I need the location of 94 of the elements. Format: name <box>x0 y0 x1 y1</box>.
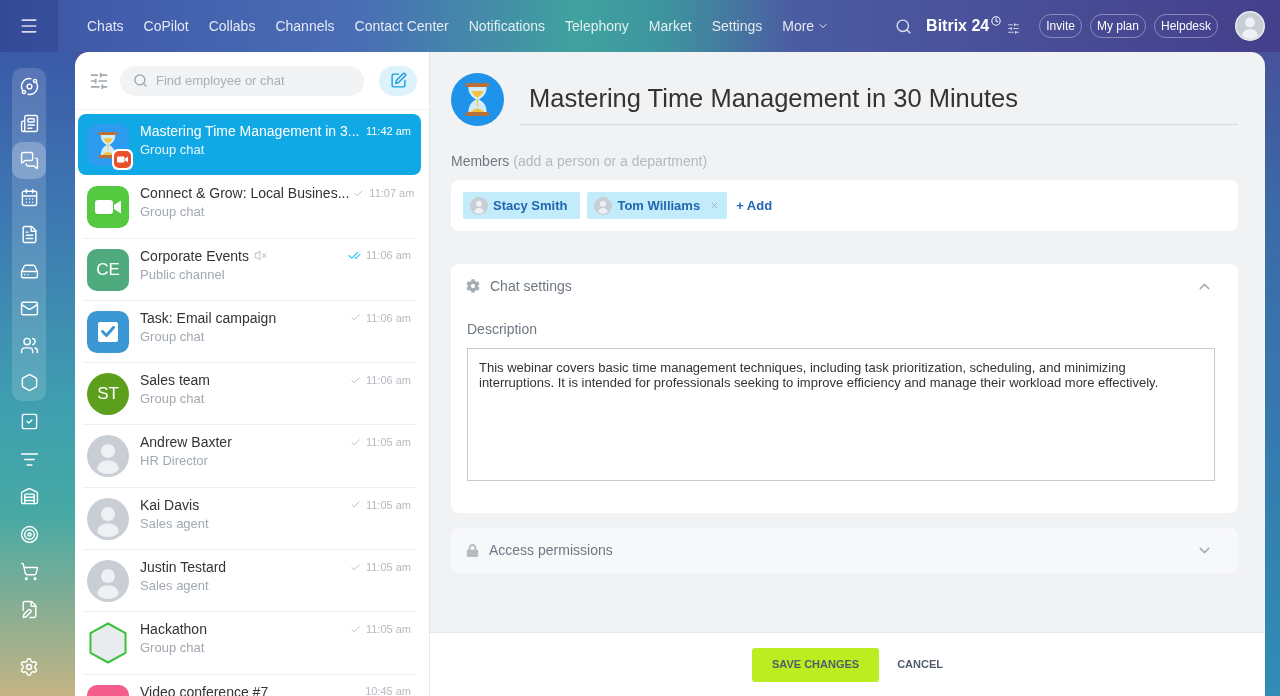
chat-time: 11:05 am <box>365 435 411 451</box>
member-avatar-icon <box>470 196 488 215</box>
chat-time: 11:05 am <box>365 497 411 513</box>
initials-avatar: ST <box>87 373 129 416</box>
member-name: Stacy Smith <box>493 196 568 215</box>
close-icon[interactable] <box>709 200 721 211</box>
chat-title: Justin Testard <box>140 558 227 577</box>
menu-icon[interactable] <box>19 16 39 36</box>
section-header[interactable]: Chat settings <box>451 264 1238 308</box>
chat-time: 10:45 am <box>365 684 411 696</box>
member-name: Tom Williams <box>617 196 701 215</box>
nav-link[interactable]: CoPilot <box>143 15 189 37</box>
chat-subtitle: Group chat <box>140 141 206 159</box>
description-field[interactable]: This webinar covers basic time management techniques, including task prioritization, scheduling, and minimizing interruptions. It is intended for professionals seeking to improve efficiency and manage their workload more effectively. <box>467 348 1215 481</box>
nav-link[interactable]: Contact Center <box>354 15 449 37</box>
initials-avatar: CE <box>87 248 129 291</box>
chat-time: 11:06 am <box>365 310 411 326</box>
hexagon-icon <box>19 373 39 392</box>
nav-link[interactable]: Notifications <box>468 15 545 37</box>
newspaper-icon <box>19 114 39 133</box>
chat-title: Hackathon <box>140 620 207 639</box>
sliders-icon[interactable] <box>1007 21 1021 35</box>
chat-subtitle: Public channel <box>140 265 226 284</box>
member-chip[interactable]: Tom Williams <box>587 192 728 219</box>
chat-subtitle: Group chat <box>140 203 206 222</box>
cancel-button[interactable]: CANCEL <box>897 647 943 682</box>
user-avatar-icon <box>1235 11 1265 41</box>
chat-time: 11:06 am <box>365 248 411 264</box>
search-icon <box>133 73 148 88</box>
sidebar-item[interactable] <box>12 142 46 179</box>
chat-title: Video conference #7 <box>140 682 269 696</box>
chat-title: Sales team <box>140 371 211 390</box>
more-menu-button[interactable]: More <box>782 15 830 37</box>
search-field[interactable]: Find employee or chat <box>120 65 364 96</box>
clock-icon <box>991 16 1002 26</box>
member-chip[interactable]: Stacy Smith <box>463 192 581 219</box>
chat-time: 11:07 am <box>369 186 415 202</box>
chat-subtitle: Group chat <box>140 327 206 346</box>
search-icon[interactable] <box>895 17 913 35</box>
chat-time: 11:05 am <box>365 559 411 575</box>
chat-subtitle: Sales agent <box>140 514 210 533</box>
chat-title-field[interactable]: Mastering Time Management in 30 Minutes <box>519 73 1238 125</box>
settings-icon <box>466 279 480 293</box>
members-field[interactable]: Stacy Smith Tom Williams + Add <box>451 180 1238 231</box>
warehouse-icon <box>19 487 39 507</box>
chat-time: 11:42 am <box>365 123 411 139</box>
chat-bubbles-icon <box>19 151 39 170</box>
section-header[interactable]: Access permissions <box>451 528 1238 573</box>
chat-subtitle: HR Director <box>140 452 209 471</box>
nav-link[interactable]: Channels <box>275 15 335 37</box>
mail-icon <box>19 299 39 318</box>
chat-time: 11:06 am <box>365 372 411 388</box>
chat-title: Andrew Baxter <box>140 433 232 452</box>
save-button[interactable]: SAVE CHANGES <box>751 647 880 682</box>
chat-title: Corporate Events <box>140 246 249 265</box>
chat-subtitle: Group chat <box>140 390 206 409</box>
task-checkbox-icon <box>87 310 129 353</box>
chat-title: Connect & Grow: Local Busines... <box>140 184 350 203</box>
lock-icon <box>466 544 479 557</box>
target-icon <box>19 524 39 544</box>
members-hint: (add a person or a department) <box>513 151 708 171</box>
chat-title: Mastering Time Management in 3... <box>140 122 360 140</box>
sliders-icon[interactable] <box>89 70 109 91</box>
logo-text[interactable]: Bitrix 24 <box>926 16 990 36</box>
nav-link[interactable]: Market <box>648 15 692 37</box>
person-avatar-icon <box>87 560 129 603</box>
chat-subtitle: Group chat <box>140 639 206 658</box>
chat-title: Kai Davis <box>140 495 200 514</box>
hard-drive-icon <box>19 262 39 281</box>
compose-button[interactable] <box>379 65 417 96</box>
member-avatar-icon <box>594 196 613 215</box>
members-label: Members <box>451 151 510 171</box>
hourglass-icon <box>451 73 504 126</box>
person-avatar-icon <box>87 435 129 478</box>
chat-time: 11:05 am <box>365 622 411 638</box>
file-pen-icon <box>19 599 39 619</box>
users-icon <box>19 336 39 355</box>
chat-subtitle: Sales agent <box>140 577 210 596</box>
cart-icon <box>19 562 39 582</box>
video-camera-icon <box>87 186 129 229</box>
calendar-icon <box>19 188 39 207</box>
person-avatar-icon <box>87 497 129 540</box>
nav-link[interactable]: Settings <box>711 15 763 37</box>
pen-square-icon <box>389 72 407 89</box>
settings-icon[interactable] <box>19 657 39 677</box>
orbit-icon <box>19 77 39 96</box>
add-member-link[interactable]: + Add <box>736 195 773 216</box>
checkbox-icon <box>19 412 39 432</box>
hexagon-photo-placeholder <box>87 622 129 665</box>
description-label: Description <box>467 320 539 339</box>
document-icon <box>19 225 39 244</box>
nav-link[interactable]: Collabs <box>208 15 256 37</box>
nav-link[interactable]: Chats <box>87 15 124 37</box>
chat-title: Task: Email campaign <box>140 308 277 327</box>
